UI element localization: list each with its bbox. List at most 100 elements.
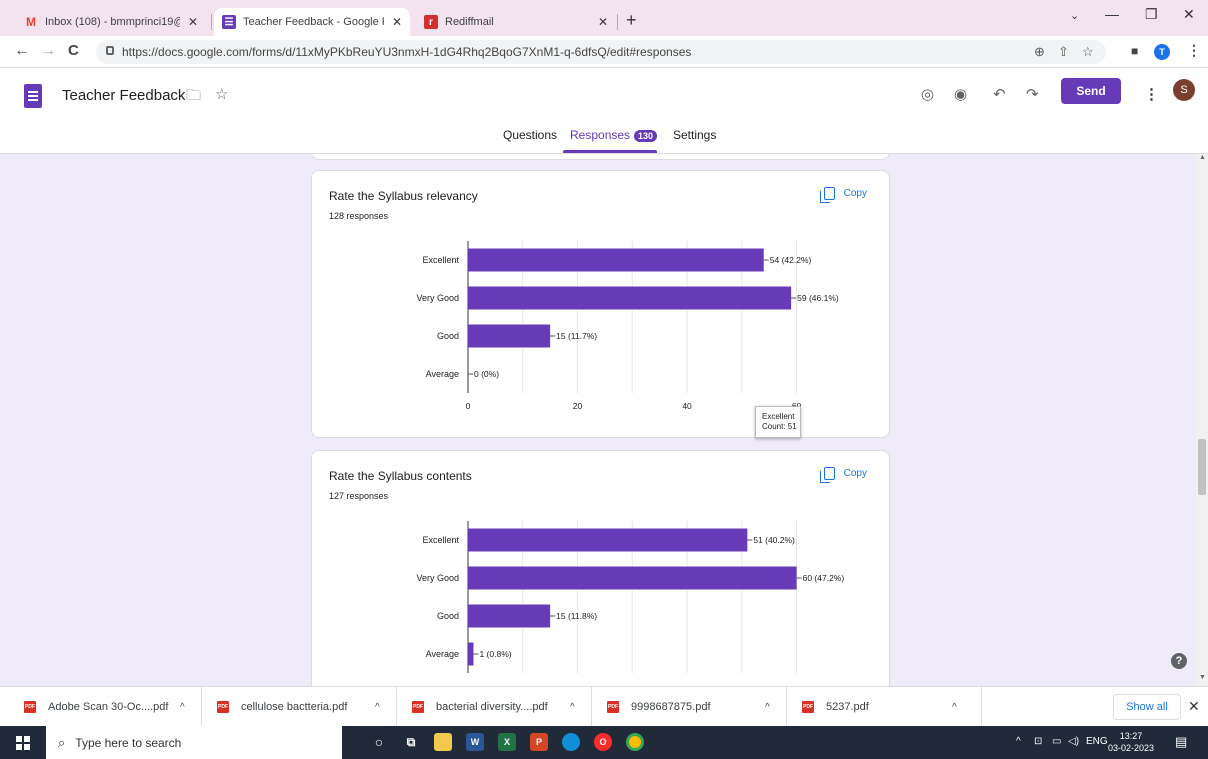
download-filename: cellulose bactteria.pdf	[241, 701, 348, 713]
download-item[interactable]: PDF cellulose bactteria.pdf ^	[203, 687, 397, 727]
folder-icon[interactable]: 🗀	[186, 85, 201, 110]
chrome-icon[interactable]	[626, 733, 644, 751]
tab-google-forms[interactable]: ☰ Teacher Feedback - Google Form ✕	[214, 8, 410, 36]
close-icon[interactable]: ✕	[188, 15, 198, 29]
data-label: 54 (42.2%)	[770, 255, 812, 265]
back-icon[interactable]: ←	[14, 42, 30, 60]
new-tab-icon[interactable]: +	[626, 10, 637, 31]
opera-icon[interactable]: O	[594, 733, 612, 751]
file-explorer-icon[interactable]	[434, 733, 452, 751]
chevron-up-icon[interactable]: ^	[765, 702, 770, 713]
bar	[468, 642, 474, 666]
minimize-icon[interactable]: —	[1105, 6, 1119, 22]
send-button[interactable]: Send	[1061, 78, 1121, 104]
download-filename: 5237.pdf	[826, 701, 869, 713]
undo-icon[interactable]: ↶	[993, 85, 1006, 103]
more-menu-icon[interactable]: ⋮	[1144, 85, 1159, 103]
tab-settings[interactable]: Settings	[673, 128, 716, 142]
tray-chevron-icon[interactable]: ^	[1016, 736, 1021, 747]
chevron-up-icon[interactable]: ^	[570, 702, 575, 713]
preview-eye-icon[interactable]: ◉	[954, 85, 967, 103]
url-text: https://docs.google.com/forms/d/11xMyPKb…	[122, 45, 692, 59]
form-title[interactable]: Teacher Feedback	[62, 87, 185, 104]
reload-icon[interactable]: C	[68, 42, 79, 59]
forms-logo-icon[interactable]	[24, 84, 42, 108]
windows-start-icon[interactable]	[16, 736, 30, 750]
x-tick-label: 0	[466, 401, 471, 411]
taskbar-search-box[interactable]: ⌕ Type here to search	[46, 726, 342, 759]
chevron-up-icon[interactable]: ^	[952, 702, 957, 713]
tab-title: Rediffmail	[445, 16, 494, 28]
tooltip-count: Count: 51	[762, 422, 797, 431]
show-all-button[interactable]: Show all	[1113, 694, 1181, 720]
search-icon: ⌕	[58, 734, 66, 750]
category-label: Excellent	[422, 535, 459, 545]
data-label: 0 (0%)	[474, 369, 499, 379]
palette-icon[interactable]: ◎	[921, 85, 934, 103]
redo-icon[interactable]: ↷	[1026, 85, 1039, 103]
tab-responses[interactable]: Responses 130	[570, 128, 658, 142]
tab-questions[interactable]: Questions	[503, 128, 557, 142]
tab-rediffmail[interactable]: r Rediffmail ✕	[416, 8, 616, 36]
network-icon[interactable]: ⊡	[1034, 736, 1042, 747]
question-card-syllabus-relevancy: Rate the Syllabus relevancy 128 response…	[311, 170, 890, 438]
pdf-icon: PDF	[607, 701, 619, 713]
share-icon[interactable]: ⇧	[1058, 44, 1069, 60]
tab-divider	[211, 14, 212, 30]
zoom-icon[interactable]: ⊕	[1034, 44, 1045, 60]
bar	[468, 248, 764, 272]
task-view-icon[interactable]: ⧉	[402, 733, 420, 751]
cortana-icon[interactable]: ○	[370, 733, 388, 751]
sidebar-icon[interactable]: ■	[1131, 44, 1138, 58]
display-icon[interactable]: ▭	[1052, 736, 1061, 747]
chevron-up-icon[interactable]: ^	[375, 702, 380, 713]
data-label: 60 (47.2%)	[803, 573, 845, 583]
language-indicator[interactable]: ENG	[1086, 736, 1108, 747]
bar	[468, 604, 551, 628]
download-item[interactable]: PDF Adobe Scan 30-Oc....pdf ^	[0, 687, 202, 727]
address-bar[interactable]: https://docs.google.com/forms/d/11xMyPKb…	[96, 40, 1106, 64]
window-close-icon[interactable]: ✕	[1183, 6, 1195, 23]
help-icon[interactable]: ?	[1171, 653, 1187, 669]
close-icon[interactable]: ✕	[392, 15, 402, 29]
x-tick-label: 20	[573, 401, 583, 411]
edge-icon[interactable]	[562, 733, 580, 751]
tab-divider	[617, 14, 618, 30]
browser-menu-icon[interactable]: ⋮	[1187, 42, 1201, 59]
page-scrollbar[interactable]: ▲ ▼	[1196, 154, 1208, 686]
download-filename: 9998687875.pdf	[631, 701, 711, 713]
volume-icon[interactable]: ◁)	[1068, 736, 1079, 747]
download-item[interactable]: PDF 5237.pdf ^	[788, 687, 982, 727]
chevron-up-icon[interactable]: ^	[180, 702, 185, 713]
question-card-syllabus-contents: Rate the Syllabus contents 127 responses…	[311, 450, 890, 686]
scrollbar-thumb[interactable]	[1198, 439, 1206, 495]
responses-count-badge: 130	[634, 130, 658, 142]
profile-avatar[interactable]: T	[1154, 44, 1170, 60]
pdf-icon: PDF	[24, 701, 36, 713]
close-download-bar-icon[interactable]: ✕	[1188, 698, 1200, 715]
word-icon[interactable]: W	[466, 733, 484, 751]
excel-icon[interactable]: X	[498, 733, 516, 751]
tab-search-icon[interactable]: ⌄	[1070, 9, 1079, 22]
restore-icon[interactable]: ❐	[1145, 6, 1158, 23]
forward-icon[interactable]: →	[40, 42, 56, 60]
account-avatar[interactable]: S	[1173, 79, 1195, 101]
download-item[interactable]: PDF 9998687875.pdf ^	[593, 687, 787, 727]
clock-time: 13:27	[1119, 731, 1143, 741]
category-label: Good	[437, 331, 459, 341]
taskbar-clock[interactable]: 13:27 03-02-2023	[1108, 730, 1154, 754]
tab-responses-label: Responses	[570, 128, 631, 142]
download-item[interactable]: PDF bacterial diversity....pdf ^	[398, 687, 592, 727]
tab-gmail[interactable]: M Inbox (108) - bmmprinci19@gma ✕	[16, 8, 206, 36]
scroll-up-icon[interactable]: ▲	[1199, 154, 1206, 161]
scroll-down-icon[interactable]: ▼	[1199, 674, 1206, 681]
browser-toolbar: ← → C https://docs.google.com/forms/d/11…	[0, 36, 1208, 68]
bar-chart-syllabus-relevancy: Excellent 54 (42.2%) Very Good 59 (46.1%) Go…	[416, 241, 839, 411]
browser-tab-strip: M Inbox (108) - bmmprinci19@gma ✕ ☰ Teac…	[0, 0, 1208, 36]
notifications-icon[interactable]: ▤	[1175, 734, 1187, 750]
close-icon[interactable]: ✕	[598, 15, 608, 29]
powerpoint-icon[interactable]: P	[530, 733, 548, 751]
bookmark-star-icon[interactable]: ☆	[1082, 44, 1094, 60]
star-icon[interactable]: ☆	[215, 85, 228, 103]
category-label: Good	[437, 611, 459, 621]
